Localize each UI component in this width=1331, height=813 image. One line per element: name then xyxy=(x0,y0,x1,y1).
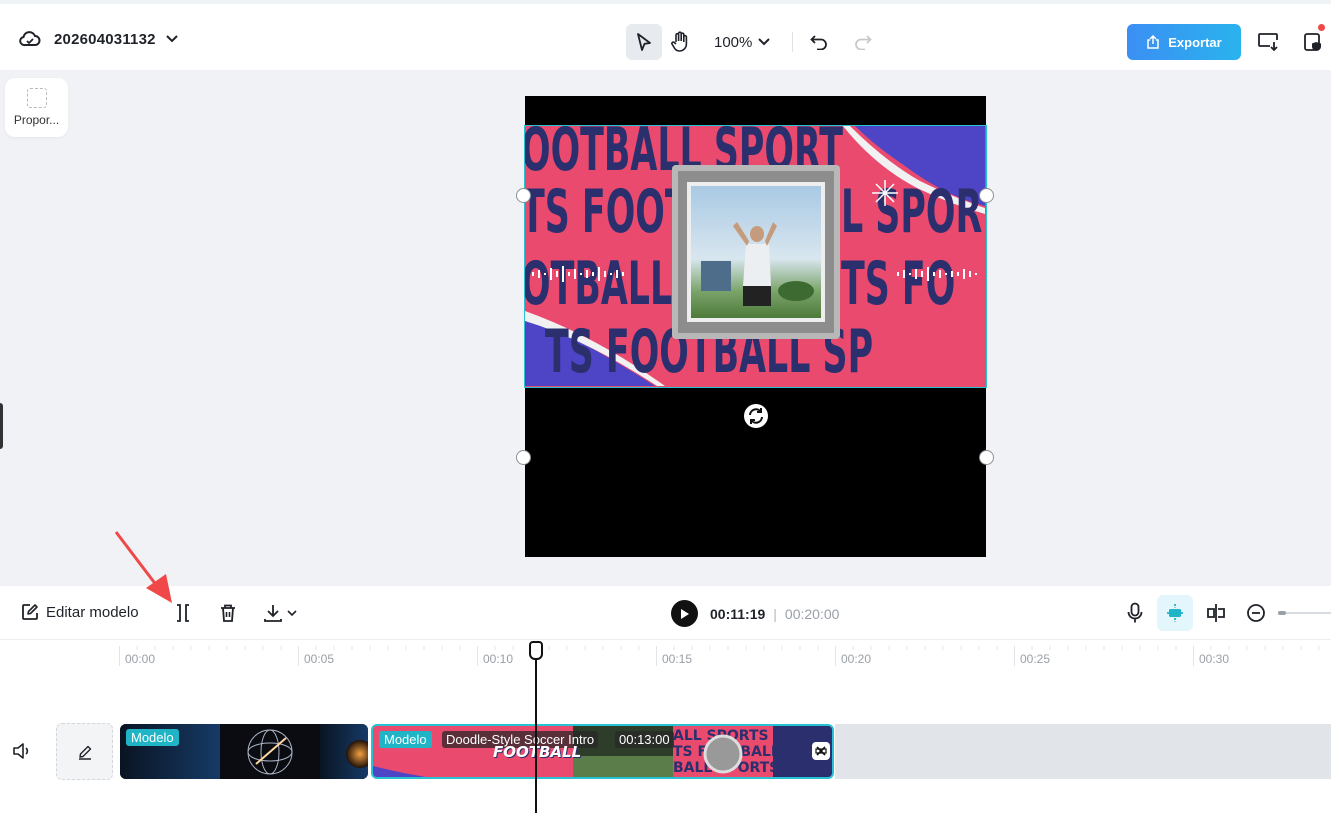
redo-icon xyxy=(855,35,872,50)
playhead-handle[interactable] xyxy=(529,641,543,660)
chevron-down-icon[interactable] xyxy=(165,35,178,43)
player-figure xyxy=(701,222,814,306)
ratio-label: Propor... xyxy=(13,113,60,127)
redo-button[interactable] xyxy=(845,24,881,60)
resize-handle-top-left[interactable] xyxy=(516,188,531,203)
hand-tool-button[interactable] xyxy=(662,24,698,60)
audio-wave-right xyxy=(897,267,977,281)
clip-tag: Modelo xyxy=(379,731,432,748)
track-audio-toggle[interactable] xyxy=(12,742,32,765)
export-label: Exportar xyxy=(1168,34,1222,50)
timeline-tracks: Modelo ALL SPORTS FOOT TS FOOTBALL SP BA… xyxy=(0,680,1331,813)
time-separator: | xyxy=(773,605,777,622)
shield-icon xyxy=(1304,33,1321,51)
playhead-line[interactable] xyxy=(535,659,537,813)
record-voice-button[interactable] xyxy=(1122,600,1148,626)
resize-handle-bottom-left[interactable] xyxy=(516,450,531,465)
chevron-down-icon xyxy=(287,609,297,616)
aspect-ratio-icon xyxy=(26,88,47,108)
timeline-toolbar: Editar modelo 00:11:19 | 00:20:00 xyxy=(0,531,1331,640)
export-button[interactable]: Exportar xyxy=(1127,24,1241,60)
snap-icon xyxy=(1167,604,1183,622)
canvas-tools: 100% xyxy=(626,24,881,60)
zoom-level: 100% xyxy=(714,33,753,51)
timeline-ruler[interactable]: 00:00 00:05 00:10 00:15 00:20 00:25 00:3… xyxy=(0,640,1331,680)
align-icon xyxy=(1207,604,1225,622)
project-title-area[interactable]: 202604031132 xyxy=(18,24,178,54)
ruler-minor-ticks xyxy=(136,646,1320,650)
playback-controls: 00:11:19 | 00:20:00 xyxy=(671,600,839,627)
ratio-button[interactable]: Propor... xyxy=(5,78,68,137)
timeline-clip-selected[interactable]: ALL SPORTS FOOT TS FOOTBALL SP BALL SPOR… xyxy=(371,724,834,779)
microphone-icon xyxy=(1127,602,1143,623)
top-bar: 202604031132 100% Exportar xyxy=(0,0,1331,70)
total-time: 00:20:00 xyxy=(784,605,840,622)
pencil-icon xyxy=(78,745,91,760)
present-button[interactable] xyxy=(1254,28,1282,56)
clip-tag: Modelo xyxy=(126,729,179,746)
audio-wave-left xyxy=(532,266,624,282)
security-button[interactable] xyxy=(1299,24,1327,56)
preview-text-4: OTBALL xyxy=(524,249,673,319)
speaker-icon xyxy=(13,743,29,759)
download-icon xyxy=(264,605,282,622)
timeline-clip[interactable]: Modelo xyxy=(120,724,368,779)
project-name[interactable]: 202604031132 xyxy=(54,31,156,48)
arrow-annotation xyxy=(114,531,172,603)
photo-frame xyxy=(672,165,840,339)
cursor-icon xyxy=(637,33,651,51)
side-panel-handle[interactable] xyxy=(0,403,3,449)
hand-icon xyxy=(671,31,688,52)
sparkle-icon xyxy=(872,180,898,206)
rotate-icon xyxy=(749,408,763,424)
edit-icon xyxy=(22,604,38,620)
zoom-out-button[interactable] xyxy=(1243,600,1269,626)
magnet-snap-button[interactable] xyxy=(1157,595,1193,631)
zoom-select[interactable]: 100% xyxy=(714,34,778,51)
preview-text-2: TS FOOT xyxy=(524,177,689,247)
chevron-down-icon xyxy=(758,38,771,46)
track-empty-area[interactable] xyxy=(835,724,1331,779)
undo-button[interactable] xyxy=(801,24,837,60)
preview-text-3: L SPOR xyxy=(841,177,983,247)
undo-icon xyxy=(810,35,827,50)
play-icon xyxy=(680,608,689,619)
timeline-zoom-slider[interactable] xyxy=(1278,611,1331,615)
download-button[interactable] xyxy=(259,600,301,626)
cloud-icon xyxy=(19,31,41,47)
monitor-download-icon xyxy=(1258,33,1278,52)
selected-clip-preview[interactable]: OOTBALL SPORT TS FOOT L SPOR OTBALL TS F… xyxy=(524,125,987,388)
resize-handle-bottom-right[interactable] xyxy=(979,450,994,465)
delete-button[interactable] xyxy=(215,600,241,626)
clip-duration: 00:13:00 xyxy=(615,731,674,748)
align-button[interactable] xyxy=(1203,600,1229,626)
resize-handle-top-right[interactable] xyxy=(979,188,994,203)
select-tool-button[interactable] xyxy=(626,24,662,60)
current-time: 00:11:19 xyxy=(710,605,766,622)
minus-circle-icon xyxy=(1247,604,1265,622)
track-cover-edit[interactable] xyxy=(56,723,113,780)
play-button[interactable] xyxy=(671,600,698,627)
rotate-button[interactable] xyxy=(744,404,768,428)
notification-dot xyxy=(1318,24,1325,31)
template-badge-icon xyxy=(812,742,830,760)
clip-thumbnail-text: FOOTBALL xyxy=(493,743,582,761)
trash-icon xyxy=(221,604,235,622)
player-photo xyxy=(687,182,825,322)
divider xyxy=(792,32,793,52)
preview-text-5: TS FO xyxy=(841,249,956,319)
upload-icon xyxy=(1147,35,1160,49)
